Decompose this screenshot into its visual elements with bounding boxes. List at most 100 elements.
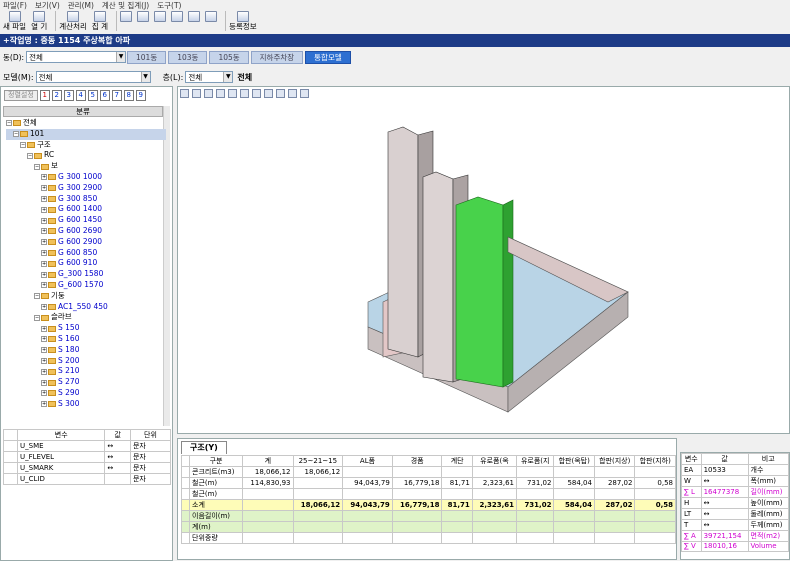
- level-8-button[interactable]: 8: [123, 90, 134, 101]
- tree-item[interactable]: + AC1_550 450: [6, 302, 166, 313]
- table-row[interactable]: W ↔ 폭(mm): [681, 475, 789, 487]
- expand-icon[interactable]: +: [41, 217, 47, 224]
- view-icon[interactable]: [300, 89, 309, 98]
- report-button-4[interactable]: [171, 11, 184, 22]
- tab-integrated[interactable]: 통합모델: [305, 51, 351, 64]
- tree-item[interactable]: + S 200: [6, 356, 166, 367]
- expand-icon[interactable]: +: [41, 347, 47, 354]
- expand-icon[interactable]: +: [41, 260, 47, 267]
- tree-item[interactable]: + S 290: [6, 388, 166, 399]
- tab-101[interactable]: 101동: [127, 51, 167, 64]
- expand-icon[interactable]: +: [41, 271, 47, 278]
- level-6-button[interactable]: 6: [99, 90, 110, 101]
- tree-item[interactable]: + S 300: [6, 399, 166, 410]
- expand-icon[interactable]: +: [41, 239, 47, 246]
- tree-item[interactable]: + G 300 850: [6, 194, 166, 205]
- level-1-button[interactable]: 1: [39, 90, 50, 101]
- tree-item[interactable]: + G_300 1580: [6, 269, 166, 280]
- expand-icon[interactable]: +: [41, 336, 47, 343]
- tree-item[interactable]: − 보: [6, 161, 166, 172]
- tree-item[interactable]: − 기둥: [6, 291, 166, 302]
- tree-item[interactable]: + G 600 850: [6, 248, 166, 259]
- floor-select[interactable]: 전체 ▼: [185, 71, 234, 83]
- tree-item[interactable]: + G_600 1570: [6, 280, 166, 291]
- expand-icon[interactable]: +: [41, 195, 47, 202]
- expand-icon[interactable]: +: [41, 206, 47, 213]
- tree-item[interactable]: − 101: [6, 128, 166, 140]
- report-button[interactable]: [120, 11, 133, 22]
- table-row[interactable]: T ↔ 두께(mm): [681, 519, 789, 531]
- tree-item[interactable]: + G 600 1400: [6, 204, 166, 215]
- table-row[interactable]: 계(m): [181, 521, 676, 533]
- table-row[interactable]: U_FLEVEL ↔ 문자: [3, 451, 172, 463]
- tree-item[interactable]: + S 210: [6, 366, 166, 377]
- tree-item[interactable]: − RC: [6, 150, 166, 161]
- table-row[interactable]: 소계 18,066,12 94,043,79 16,779,18 81,71 2,323,…: [181, 499, 676, 511]
- report-button-5[interactable]: [188, 11, 201, 22]
- tree-item[interactable]: − 구조: [6, 140, 166, 151]
- sort-setting-button[interactable]: 정렬설정: [4, 90, 38, 101]
- calculate-button[interactable]: 계산처리: [59, 11, 87, 31]
- report-button-6[interactable]: [205, 11, 218, 22]
- tree-item[interactable]: + G 600 2900: [6, 237, 166, 248]
- view-icon[interactable]: [192, 89, 201, 98]
- tree-item[interactable]: + S 160: [6, 334, 166, 345]
- expand-icon[interactable]: −: [27, 152, 33, 159]
- expand-icon[interactable]: +: [41, 282, 47, 289]
- expand-icon[interactable]: +: [41, 368, 47, 375]
- expand-icon[interactable]: +: [41, 303, 47, 310]
- view-icon[interactable]: [180, 89, 189, 98]
- tree-item[interactable]: + G 300 1000: [6, 172, 166, 183]
- expand-icon[interactable]: +: [41, 357, 47, 364]
- tree-item[interactable]: + S 270: [6, 377, 166, 388]
- tree-item[interactable]: + G 600 2690: [6, 226, 166, 237]
- table-row[interactable]: ∑ A 39721,154 면적(m2): [681, 530, 789, 542]
- view-icon[interactable]: [288, 89, 297, 98]
- view-icon[interactable]: [276, 89, 285, 98]
- expand-icon[interactable]: −: [34, 293, 40, 300]
- tree-item[interactable]: − 슬라브: [6, 312, 166, 323]
- tab-105[interactable]: 105동: [209, 51, 249, 64]
- tab-structure[interactable]: 구조(Y): [181, 441, 227, 454]
- expand-icon[interactable]: +: [41, 185, 47, 192]
- view-icon[interactable]: [264, 89, 273, 98]
- level-9-button[interactable]: 9: [135, 90, 146, 101]
- table-row[interactable]: H ↔ 높이(mm): [681, 497, 789, 509]
- expand-icon[interactable]: +: [41, 228, 47, 235]
- tab-parking[interactable]: 지하주차장: [250, 51, 304, 64]
- model-select[interactable]: 전체 ▼: [35, 71, 151, 83]
- expand-icon[interactable]: +: [41, 390, 47, 397]
- total-button[interactable]: 집 계: [92, 11, 108, 31]
- view-icon[interactable]: [204, 89, 213, 98]
- new-file-button[interactable]: 새 파일: [3, 11, 26, 31]
- table-row[interactable]: ∑ L 16477378 길이(mm): [681, 486, 789, 498]
- table-row[interactable]: 이음길이(m): [181, 510, 676, 522]
- menu-manage[interactable]: 관리(M): [68, 0, 94, 11]
- tree-item[interactable]: + S 150: [6, 323, 166, 334]
- table-row[interactable]: U_SME ↔ 문자: [3, 440, 172, 452]
- expand-icon[interactable]: −: [6, 120, 12, 127]
- menu-view[interactable]: 보기(V): [35, 0, 60, 11]
- view-icon[interactable]: [228, 89, 237, 98]
- expand-icon[interactable]: +: [41, 325, 47, 332]
- building-select[interactable]: 전체 ▼: [26, 51, 127, 63]
- tree-item[interactable]: − 전체: [6, 118, 166, 129]
- level-5-button[interactable]: 5: [87, 90, 98, 101]
- level-7-button[interactable]: 7: [111, 90, 122, 101]
- tree-item[interactable]: + G 600 910: [6, 258, 166, 269]
- report-button-2[interactable]: [137, 11, 150, 22]
- level-3-button[interactable]: 3: [63, 90, 74, 101]
- report-button-3[interactable]: [154, 11, 167, 22]
- menu-file[interactable]: 파일(F): [3, 0, 27, 11]
- table-row[interactable]: U_SMARK ↔ 문자: [3, 462, 172, 474]
- expand-icon[interactable]: +: [41, 379, 47, 386]
- expand-icon[interactable]: −: [20, 141, 26, 148]
- table-row[interactable]: 콘크리트(m3) 18,066,12 18,066,12: [181, 466, 676, 478]
- model-viewport[interactable]: [177, 86, 790, 434]
- expand-icon[interactable]: +: [41, 174, 47, 181]
- table-row[interactable]: ∑ V 18010,16 Volume: [681, 541, 789, 552]
- view-icon[interactable]: [216, 89, 225, 98]
- tab-103[interactable]: 103동: [168, 51, 208, 64]
- expand-icon[interactable]: −: [13, 131, 19, 138]
- tree-item[interactable]: + G 300 2900: [6, 183, 166, 194]
